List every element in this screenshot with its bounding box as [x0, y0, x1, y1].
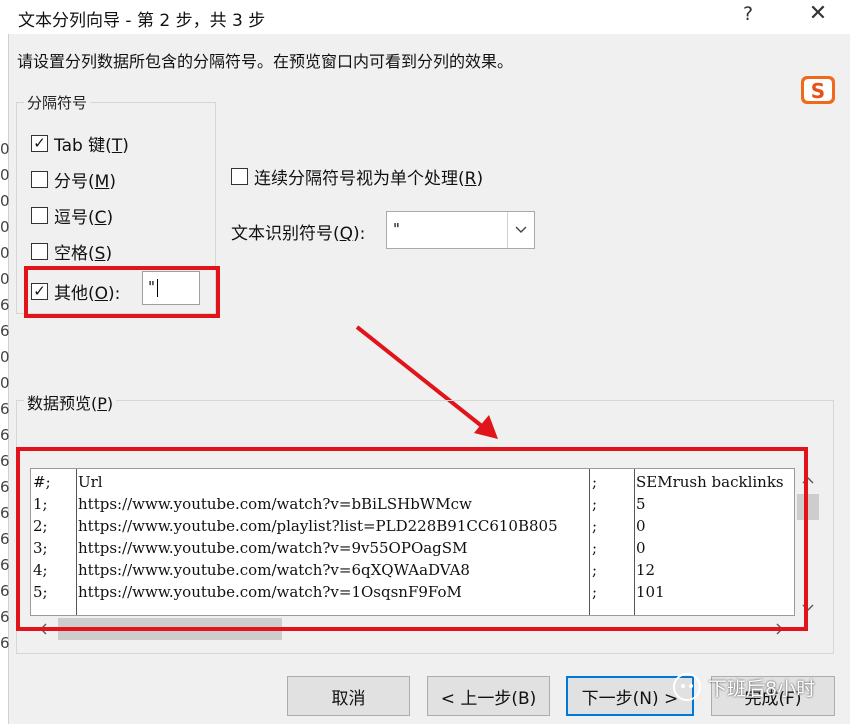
- spreadsheet-edge-digit: 0: [0, 244, 10, 262]
- consecutive-label: 连续分隔符号视为单个处理(R): [254, 169, 484, 189]
- sogou-ime-logo: S: [801, 76, 835, 104]
- spreadsheet-edge-digit: 0: [0, 192, 10, 210]
- back-button[interactable]: < 上一步(B): [427, 676, 550, 716]
- cancel-button[interactable]: 取消: [287, 676, 410, 716]
- spreadsheet-edge-digit: 6: [0, 608, 10, 626]
- checkbox-checked-icon[interactable]: ✓: [31, 135, 48, 152]
- instruction-text: 请设置分列数据所包含的分隔符号。在预览窗口内可看到分列的效果。: [17, 52, 514, 71]
- spreadsheet-edge-digit: 6: [0, 400, 10, 418]
- spreadsheet-edge-digit: 0: [0, 374, 10, 392]
- watermark: 下班后8小时: [672, 672, 815, 702]
- spreadsheet-edge-digit: 0: [0, 166, 10, 184]
- text-qualifier-select[interactable]: ": [386, 211, 535, 249]
- tab-label: Tab 键(T): [54, 136, 129, 156]
- checkbox-unchecked-icon[interactable]: [31, 171, 48, 188]
- text-qualifier-label: 文本识别符号(Q):: [231, 224, 366, 244]
- spreadsheet-edge-digit: 6: [0, 296, 10, 314]
- sogou-logo-letter: S: [811, 79, 825, 103]
- checkbox-unchecked-icon[interactable]: [31, 207, 48, 224]
- help-icon[interactable]: ?: [736, 3, 760, 25]
- checkbox-unchecked-icon[interactable]: [231, 168, 248, 185]
- watermark-text: 下班后8小时: [708, 677, 816, 700]
- spreadsheet-edge-digit: 6: [0, 478, 10, 496]
- window-title: 文本分列向导 - 第 2 步，共 3 步: [18, 11, 266, 31]
- spreadsheet-edge-digit: 6: [0, 504, 10, 522]
- space-checkbox[interactable]: 空格(S): [31, 239, 112, 264]
- highlight-box-other: [24, 266, 220, 318]
- spreadsheet-edge: 0 0 0 0 0 0 6 6 0 0 6 6 6 6 6 6 6 6 6 6: [0, 0, 10, 724]
- spreadsheet-edge-digit: 6: [0, 582, 10, 600]
- data-preview-legend: 数据预览(P): [24, 390, 117, 414]
- space-label: 空格(S): [54, 244, 113, 264]
- highlight-box-preview: [16, 447, 808, 631]
- spreadsheet-edge-digit: 0: [0, 218, 10, 236]
- wechat-icon: [673, 673, 701, 701]
- spreadsheet-edge-digit: 6: [0, 426, 10, 444]
- spreadsheet-edge-digit: 0: [0, 270, 10, 288]
- spreadsheet-edge-digit: 6: [0, 322, 10, 340]
- tab-checkbox[interactable]: ✓ Tab 键(T): [31, 131, 129, 156]
- text-qualifier-value: ": [393, 220, 400, 238]
- spreadsheet-edge-digit: 6: [0, 556, 10, 574]
- close-icon[interactable]: ✕: [804, 1, 832, 26]
- spreadsheet-edge-digit: 6: [0, 530, 10, 548]
- delimiter-legend: 分隔符号: [24, 92, 91, 113]
- semicolon-checkbox[interactable]: 分号(M): [31, 167, 116, 192]
- title-bar: 文本分列向导 - 第 2 步，共 3 步 ? ✕: [8, 0, 850, 34]
- spreadsheet-edge-digit: 0: [0, 140, 10, 158]
- checkbox-unchecked-icon[interactable]: [31, 243, 48, 260]
- spreadsheet-edge-digit: 6: [0, 634, 10, 652]
- consecutive-checkbox[interactable]: 连续分隔符号视为单个处理(R): [231, 164, 483, 189]
- spreadsheet-edge-digit: 6: [0, 452, 10, 470]
- chevron-down-icon[interactable]: [507, 212, 534, 248]
- semicolon-label: 分号(M): [54, 172, 116, 192]
- comma-label: 逗号(C): [54, 208, 114, 228]
- comma-checkbox[interactable]: 逗号(C): [31, 203, 113, 228]
- spreadsheet-edge-digit: 0: [0, 348, 10, 366]
